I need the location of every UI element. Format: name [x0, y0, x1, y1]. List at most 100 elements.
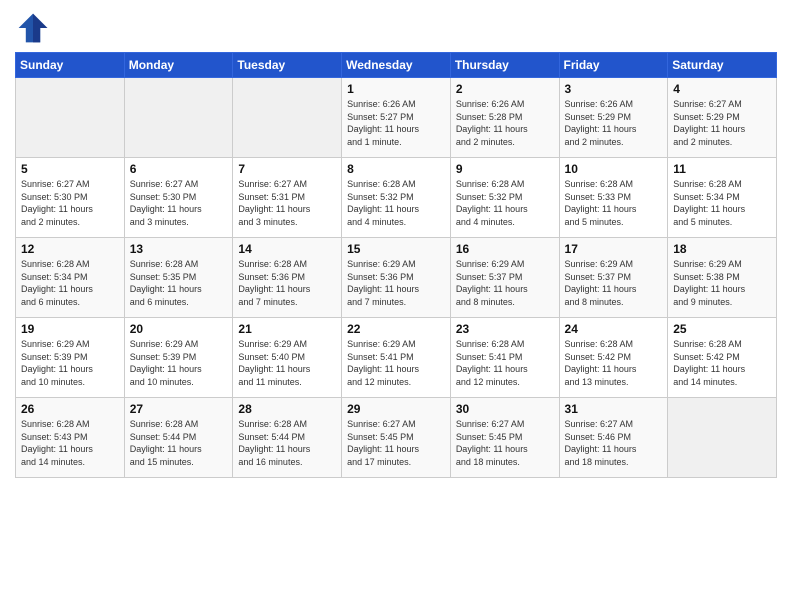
day-number: 23 [456, 322, 554, 336]
day-info: Sunrise: 6:28 AM Sunset: 5:36 PM Dayligh… [238, 258, 336, 308]
calendar-cell: 15Sunrise: 6:29 AM Sunset: 5:36 PM Dayli… [342, 238, 451, 318]
day-info: Sunrise: 6:28 AM Sunset: 5:41 PM Dayligh… [456, 338, 554, 388]
calendar-cell: 30 Sunrise: 6:27 AM Sunset: 5:45 PM Dayli… [450, 398, 559, 478]
calendar-cell: 9 Sunrise: 6:28 AM Sunset: 5:32 PM Daylig… [450, 158, 559, 238]
day-info: Sunrise: 6:28 AM Sunset: 5:44 PM Dayligh… [130, 418, 228, 468]
calendar-cell: 28 Sunrise: 6:28 AM Sunset: 5:44 PM Dayli… [233, 398, 342, 478]
calendar-cell: 4Sunrise: 6:27 AM Sunset: 5:29 PM Daylig… [668, 78, 777, 158]
day-number: 6 [130, 162, 228, 176]
calendar-cell: 11 Sunrise: 6:28 AM Sunset: 5:34 PM Dayli… [668, 158, 777, 238]
day-number: 25 [673, 322, 771, 336]
calendar-cell: 2 Sunrise: 6:26 AM Sunset: 5:28 PM Daylig… [450, 78, 559, 158]
day-info: Sunrise: 6:27 AM Sunset: 5:45 PM Dayligh… [456, 418, 554, 468]
weekday-header: Sunday [16, 53, 125, 78]
day-info: Sunrise: 6:28 AM Sunset: 5:44 PM Dayligh… [238, 418, 336, 468]
calendar-cell: 1 Sunrise: 6:26 AM Sunset: 5:27 PM Daylig… [342, 78, 451, 158]
calendar-cell: 6 Sunrise: 6:27 AM Sunset: 5:30 PM Daylig… [124, 158, 233, 238]
calendar-cell: 23 Sunrise: 6:28 AM Sunset: 5:41 PM Dayli… [450, 318, 559, 398]
day-info: Sunrise: 6:29 AM Sunset: 5:38 PM Dayligh… [673, 258, 771, 308]
calendar-cell: 14 Sunrise: 6:28 AM Sunset: 5:36 PM Dayli… [233, 238, 342, 318]
weekday-header: Thursday [450, 53, 559, 78]
calendar-cell: 31Sunrise: 6:27 AM Sunset: 5:46 PM Dayli… [559, 398, 668, 478]
day-info: Sunrise: 6:26 AM Sunset: 5:27 PM Dayligh… [347, 98, 445, 148]
day-info: Sunrise: 6:27 AM Sunset: 5:31 PM Dayligh… [238, 178, 336, 228]
day-number: 13 [130, 242, 228, 256]
calendar-cell: 13 Sunrise: 6:28 AM Sunset: 5:35 PM Dayli… [124, 238, 233, 318]
day-number: 29 [347, 402, 445, 416]
day-info: Sunrise: 6:28 AM Sunset: 5:34 PM Dayligh… [673, 178, 771, 228]
calendar-cell: 20Sunrise: 6:29 AM Sunset: 5:39 PM Dayli… [124, 318, 233, 398]
day-number: 31 [565, 402, 663, 416]
calendar-cell: 18 Sunrise: 6:29 AM Sunset: 5:38 PM Dayli… [668, 238, 777, 318]
calendar-cell: 21 Sunrise: 6:29 AM Sunset: 5:40 PM Dayli… [233, 318, 342, 398]
day-info: Sunrise: 6:27 AM Sunset: 5:29 PM Dayligh… [673, 98, 771, 148]
day-number: 1 [347, 82, 445, 96]
day-number: 3 [565, 82, 663, 96]
day-info: Sunrise: 6:28 AM Sunset: 5:43 PM Dayligh… [21, 418, 119, 468]
calendar-week-row: 1 Sunrise: 6:26 AM Sunset: 5:27 PM Daylig… [16, 78, 777, 158]
calendar-cell: 19 Sunrise: 6:29 AM Sunset: 5:39 PM Dayli… [16, 318, 125, 398]
day-number: 10 [565, 162, 663, 176]
calendar-cell: 22 Sunrise: 6:29 AM Sunset: 5:41 PM Dayli… [342, 318, 451, 398]
day-info: Sunrise: 6:28 AM Sunset: 5:32 PM Dayligh… [347, 178, 445, 228]
day-number: 19 [21, 322, 119, 336]
day-info: Sunrise: 6:29 AM Sunset: 5:40 PM Dayligh… [238, 338, 336, 388]
page: SundayMondayTuesdayWednesdayThursdayFrid… [0, 0, 792, 612]
day-info: Sunrise: 6:26 AM Sunset: 5:28 PM Dayligh… [456, 98, 554, 148]
day-info: Sunrise: 6:29 AM Sunset: 5:39 PM Dayligh… [21, 338, 119, 388]
day-number: 14 [238, 242, 336, 256]
calendar-week-row: 19 Sunrise: 6:29 AM Sunset: 5:39 PM Dayli… [16, 318, 777, 398]
day-info: Sunrise: 6:27 AM Sunset: 5:45 PM Dayligh… [347, 418, 445, 468]
weekday-header: Monday [124, 53, 233, 78]
header [15, 10, 777, 46]
day-info: Sunrise: 6:29 AM Sunset: 5:41 PM Dayligh… [347, 338, 445, 388]
day-number: 15 [347, 242, 445, 256]
day-info: Sunrise: 6:28 AM Sunset: 5:34 PM Dayligh… [21, 258, 119, 308]
day-number: 9 [456, 162, 554, 176]
day-info: Sunrise: 6:28 AM Sunset: 5:35 PM Dayligh… [130, 258, 228, 308]
calendar-cell: 27Sunrise: 6:28 AM Sunset: 5:44 PM Dayli… [124, 398, 233, 478]
day-number: 7 [238, 162, 336, 176]
day-number: 8 [347, 162, 445, 176]
day-number: 16 [456, 242, 554, 256]
day-number: 30 [456, 402, 554, 416]
day-number: 17 [565, 242, 663, 256]
day-number: 18 [673, 242, 771, 256]
day-number: 22 [347, 322, 445, 336]
day-number: 5 [21, 162, 119, 176]
calendar-cell: 12 Sunrise: 6:28 AM Sunset: 5:34 PM Dayli… [16, 238, 125, 318]
day-info: Sunrise: 6:28 AM Sunset: 5:42 PM Dayligh… [673, 338, 771, 388]
day-info: Sunrise: 6:26 AM Sunset: 5:29 PM Dayligh… [565, 98, 663, 148]
calendar-cell: 5 Sunrise: 6:27 AM Sunset: 5:30 PM Daylig… [16, 158, 125, 238]
day-info: Sunrise: 6:28 AM Sunset: 5:32 PM Dayligh… [456, 178, 554, 228]
calendar-cell: 25 Sunrise: 6:28 AM Sunset: 5:42 PM Dayli… [668, 318, 777, 398]
calendar-week-row: 5 Sunrise: 6:27 AM Sunset: 5:30 PM Daylig… [16, 158, 777, 238]
calendar-cell: 29 Sunrise: 6:27 AM Sunset: 5:45 PM Dayli… [342, 398, 451, 478]
calendar-cell: 10 Sunrise: 6:28 AM Sunset: 5:33 PM Dayli… [559, 158, 668, 238]
logo [15, 10, 57, 46]
day-number: 26 [21, 402, 119, 416]
day-info: Sunrise: 6:29 AM Sunset: 5:39 PM Dayligh… [130, 338, 228, 388]
day-number: 21 [238, 322, 336, 336]
day-number: 2 [456, 82, 554, 96]
weekday-header: Friday [559, 53, 668, 78]
day-info: Sunrise: 6:29 AM Sunset: 5:37 PM Dayligh… [565, 258, 663, 308]
day-info: Sunrise: 6:28 AM Sunset: 5:42 PM Dayligh… [565, 338, 663, 388]
calendar-cell: 24Sunrise: 6:28 AM Sunset: 5:42 PM Dayli… [559, 318, 668, 398]
day-info: Sunrise: 6:28 AM Sunset: 5:33 PM Dayligh… [565, 178, 663, 228]
calendar-cell [668, 398, 777, 478]
day-info: Sunrise: 6:27 AM Sunset: 5:30 PM Dayligh… [21, 178, 119, 228]
weekday-header: Saturday [668, 53, 777, 78]
weekday-row: SundayMondayTuesdayWednesdayThursdayFrid… [16, 53, 777, 78]
day-number: 11 [673, 162, 771, 176]
day-number: 28 [238, 402, 336, 416]
calendar-cell [124, 78, 233, 158]
calendar-cell: 3 Sunrise: 6:26 AM Sunset: 5:29 PM Daylig… [559, 78, 668, 158]
calendar-cell: 7 Sunrise: 6:27 AM Sunset: 5:31 PM Daylig… [233, 158, 342, 238]
day-number: 12 [21, 242, 119, 256]
calendar-header: SundayMondayTuesdayWednesdayThursdayFrid… [16, 53, 777, 78]
calendar-week-row: 26 Sunrise: 6:28 AM Sunset: 5:43 PM Dayli… [16, 398, 777, 478]
day-info: Sunrise: 6:27 AM Sunset: 5:30 PM Dayligh… [130, 178, 228, 228]
day-info: Sunrise: 6:29 AM Sunset: 5:37 PM Dayligh… [456, 258, 554, 308]
calendar-cell: 26 Sunrise: 6:28 AM Sunset: 5:43 PM Dayli… [16, 398, 125, 478]
